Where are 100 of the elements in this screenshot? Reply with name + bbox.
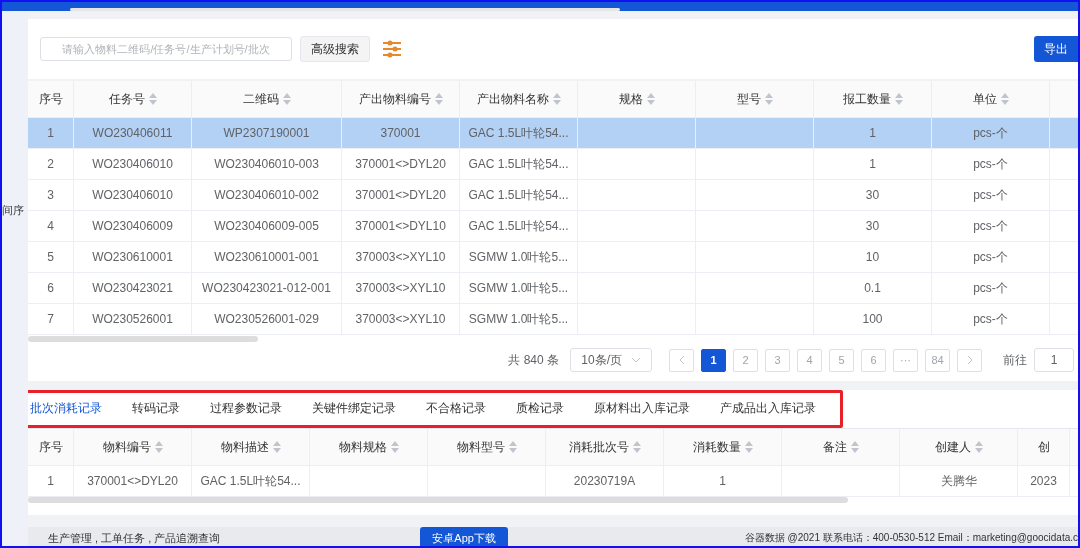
sort-icon[interactable] [148,93,157,105]
column-header: 备注 [782,429,900,465]
table-cell: 1 [869,157,876,171]
chevron-down-icon [630,357,641,363]
sort-icon[interactable] [850,441,859,453]
sort-icon[interactable] [632,441,641,453]
sliders-icon[interactable] [382,40,402,58]
table-cell: WO230526001 [92,312,173,326]
table-cell: 370001<>DYL10 [355,219,446,233]
table-cell: 1 [47,126,54,140]
column-header: 消耗批次号 [546,429,664,465]
goto-page-field[interactable]: 1 [1034,348,1074,372]
contact-info: 谷器数据 @2021 联系电话：400-0530-512 Email：marketing@goocidata.c [744,531,1078,545]
table-cell: 30 [865,188,880,202]
table-row[interactable]: 4 WO230406009 WO230406009-005 370001<>DYL10 GAC 1.5L叶轮54... 30 pcs-个 [28,211,1078,242]
sort-icon[interactable] [390,441,399,453]
app-download-button[interactable]: 安卓App下载 [420,527,508,546]
export-button[interactable]: 导出 [1034,36,1078,62]
page-size-select[interactable]: 10条/页 [570,348,652,372]
goto-label: 前往 [1003,351,1027,369]
table-cell: pcs-个 [973,186,1008,204]
table-cell: 1 [719,474,726,488]
table-row[interactable]: 1 WO230406011 WP2307190001 370001 GAC 1.5L叶轮54... 1 pcs-个 [28,118,1078,149]
table-cell: 关腾华 [940,472,977,490]
table-cell: 5 [47,250,54,264]
table-cell: WO230406009-005 [214,219,319,233]
scrollbar-thumb[interactable] [28,497,848,503]
table-cell: SGMW 1.0叶轮5... [468,279,569,297]
table-cell: GAC 1.5L叶轮54... [468,155,569,173]
table-cell: 370003<>XYL10 [355,312,446,326]
sort-icon[interactable] [154,441,163,453]
sort-icon[interactable] [552,93,561,105]
table-cell: pcs-个 [973,155,1008,173]
table-cell: WO230406010 [92,188,173,202]
table-cell: 7 [47,312,54,326]
column-header: 创 [1018,429,1070,465]
table-cell: 0.1 [864,281,881,295]
tab[interactable]: 质检记录 [501,390,579,428]
tab[interactable]: 转码记录 [117,390,195,428]
column-header: 物料编号 [74,429,192,465]
tab[interactable]: 不合格记录 [411,390,501,428]
sort-icon[interactable] [1000,93,1009,105]
table-cell: 10 [865,250,880,264]
column-header: 物料规格 [310,429,428,465]
column-header: 单位 [932,81,1050,117]
table-row[interactable]: 7 WO230526001 WO230526001-029 370003<>XYL10 SGMW 1.0叶轮5... 100 pcs-个 [28,304,1078,335]
sort-icon[interactable] [434,93,443,105]
table-cell: 30 [865,219,880,233]
table-cell: pcs-个 [973,124,1008,142]
table-row[interactable]: 6 WO230423021 WO230423021-012-001 370003<>XYL10 SGMW 1.0叶轮5... 0.1 pcs-个 [28,273,1078,304]
table-cell: pcs-个 [973,248,1008,266]
table-row[interactable]: 2 WO230406010 WO230406010-003 370001<>DYL20 GAC 1.5L叶轮54... 1 pcs-个 [28,149,1078,180]
table-cell: 2 [47,157,54,171]
table-cell: 6 [47,281,54,295]
sort-icon[interactable] [974,441,983,453]
table-cell: 370001 [380,126,421,140]
sort-icon[interactable] [508,441,517,453]
sort-icon[interactable] [894,93,903,105]
column-header: 二维码 [192,81,342,117]
table-cell: GAC 1.5L叶轮54... [468,186,569,204]
table-cell: WO230423021-012-001 [202,281,331,295]
table-row[interactable]: 3 WO230406010 WO230406010-002 370001<>DYL20 GAC 1.5L叶轮54... 30 pcs-个 [28,180,1078,211]
table-row[interactable]: 1 370001<>DYL20 GAC 1.5L叶轮54... 20230719A 1 关腾华 2023 [28,466,1078,497]
advanced-search-button[interactable]: 高级搜索 [300,36,370,62]
table-cell: SGMW 1.0叶轮5... [468,310,569,328]
sort-icon[interactable] [282,93,291,105]
page-button[interactable]: 1 [701,348,726,372]
tab[interactable]: 产成品出入库记录 [705,390,831,428]
table-cell: GAC 1.5L叶轮54... [200,472,301,490]
column-header: 消耗数量 [664,429,782,465]
tab[interactable]: 原材料出入库记录 [579,390,705,428]
table-cell: 4 [47,219,54,233]
table-cell: 370001<>DYL20 [87,474,178,488]
column-header: 创建人 [900,429,1018,465]
tab[interactable]: 关键件绑定记录 [297,390,411,428]
side-label: 间序 [2,203,24,218]
table-cell: 100 [862,312,883,326]
table-cell: pcs-个 [973,310,1008,328]
search-field[interactable]: 请输入物料二维码/任务号/生产计划号/批次 [40,37,292,61]
sort-icon[interactable] [764,93,773,105]
column-header: 物料型号 [428,429,546,465]
tab[interactable]: 过程参数记录 [195,390,297,428]
table-cell: 370001<>DYL20 [355,188,446,202]
table-cell: 1 [47,474,54,488]
sort-icon[interactable] [272,441,281,453]
next-page-button[interactable] [957,348,982,372]
table-cell: WO230610001-001 [214,250,319,264]
scrollbar-thumb[interactable] [28,336,258,342]
column-header: 产出物料名称 [460,81,578,117]
table-cell: 370003<>XYL10 [355,250,446,264]
table-cell: WO230406011 [92,126,173,140]
table-cell: pcs-个 [973,279,1008,297]
table-row[interactable]: 5 WO230610001 WO230610001-001 370003<>XYL10 SGMW 1.0叶轮5... 10 pcs-个 [28,242,1078,273]
table-cell: WO230526001-029 [214,312,319,326]
column-header: 序号 [28,429,74,465]
sort-icon[interactable] [744,441,753,453]
previous-page-button[interactable] [669,348,694,372]
sort-icon[interactable] [646,93,655,105]
table-cell: WO230423021 [92,281,173,295]
column-header: 报工数量 [814,81,932,117]
